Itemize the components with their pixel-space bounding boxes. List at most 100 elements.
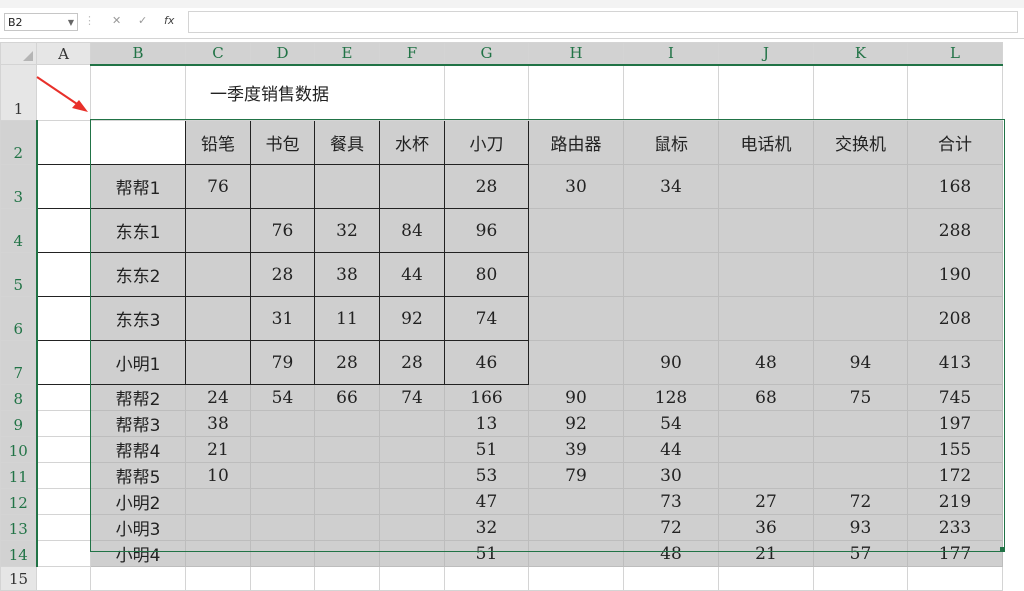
row-header-15[interactable]: 15 [0,566,37,591]
data-cell[interactable]: 27 [718,488,814,515]
data-cell[interactable]: 208 [907,296,1003,341]
data-cell[interactable] [314,488,380,515]
column-header-f[interactable]: F [379,42,445,66]
select-all-corner[interactable] [0,42,37,65]
data-cell[interactable]: 44 [379,252,445,297]
cell[interactable] [444,64,529,121]
data-cell[interactable]: 38 [314,252,380,297]
row-header-2[interactable]: 2 [0,120,38,165]
row-label[interactable]: 帮帮5 [90,462,186,489]
data-cell[interactable] [314,436,380,463]
data-cell[interactable]: 90 [528,384,624,411]
row-label[interactable]: 东东2 [90,252,186,297]
row-header-8[interactable]: 8 [0,384,38,411]
data-cell[interactable] [379,462,445,489]
data-cell[interactable]: 219 [907,488,1003,515]
cancel-icon[interactable]: ✕ [112,14,121,27]
column-header-b[interactable]: B [90,42,186,66]
data-cell[interactable]: 96 [444,208,529,253]
data-cell[interactable] [813,410,908,437]
data-cell[interactable] [623,208,719,253]
cell[interactable] [36,410,91,437]
data-cell[interactable] [813,164,908,209]
data-cell[interactable]: 94 [813,340,908,385]
data-cell[interactable]: 172 [907,462,1003,489]
data-cell[interactable] [379,540,445,567]
data-cell[interactable]: 31 [250,296,315,341]
cell[interactable] [907,566,1003,591]
data-cell[interactable] [379,410,445,437]
data-cell[interactable]: 47 [444,488,529,515]
data-cell[interactable] [185,514,251,541]
data-cell[interactable] [185,540,251,567]
row-header-7[interactable]: 7 [0,340,38,385]
data-cell[interactable] [718,296,814,341]
data-cell[interactable] [379,436,445,463]
column-header-j[interactable]: J [718,42,814,66]
data-cell[interactable] [813,462,908,489]
cell[interactable] [36,540,91,567]
data-cell[interactable]: 10 [185,462,251,489]
data-cell[interactable]: 48 [718,340,814,385]
data-cell[interactable]: 155 [907,436,1003,463]
data-cell[interactable]: 44 [623,436,719,463]
cell[interactable] [36,208,91,253]
data-cell[interactable] [314,514,380,541]
column-label[interactable]: 水杯 [379,120,445,165]
cell[interactable] [623,64,719,121]
column-label[interactable]: 书包 [250,120,315,165]
row-header-14[interactable]: 14 [0,540,38,567]
cell[interactable] [36,120,91,165]
data-cell[interactable]: 128 [623,384,719,411]
column-label[interactable]: 鼠标 [623,120,719,165]
cell[interactable] [36,488,91,515]
row-header-4[interactable]: 4 [0,208,38,253]
data-cell[interactable] [528,488,624,515]
data-cell[interactable]: 39 [528,436,624,463]
cell[interactable] [36,296,91,341]
data-cell[interactable] [250,514,315,541]
cell[interactable] [36,514,91,541]
data-cell[interactable] [718,436,814,463]
column-label[interactable]: 铅笔 [185,120,251,165]
row-label[interactable]: 东东3 [90,296,186,341]
cell[interactable] [185,566,251,591]
data-cell[interactable]: 75 [813,384,908,411]
data-cell[interactable] [250,488,315,515]
data-cell[interactable]: 48 [623,540,719,567]
row-header-12[interactable]: 12 [0,488,38,515]
column-header-c[interactable]: C [185,42,251,66]
cell[interactable] [90,64,186,121]
row-header-9[interactable]: 9 [0,410,38,437]
insert-function-icon[interactable]: fx [164,14,174,27]
data-cell[interactable]: 34 [623,164,719,209]
data-cell[interactable]: 72 [813,488,908,515]
data-cell[interactable] [185,296,251,341]
data-cell[interactable]: 66 [314,384,380,411]
data-cell[interactable]: 80 [444,252,529,297]
data-cell[interactable]: 36 [718,514,814,541]
data-cell[interactable]: 90 [623,340,719,385]
row-header-1[interactable]: 1 [0,64,37,121]
cell[interactable] [813,64,908,121]
data-cell[interactable]: 74 [379,384,445,411]
data-cell[interactable] [528,514,624,541]
column-label[interactable]: 交换机 [813,120,908,165]
data-cell[interactable] [185,252,251,297]
cell[interactable] [36,164,91,209]
data-cell[interactable]: 76 [250,208,315,253]
column-label[interactable]: 小刀 [444,120,529,165]
data-cell[interactable] [623,252,719,297]
data-cell[interactable] [528,296,624,341]
data-cell[interactable] [718,462,814,489]
data-cell[interactable]: 32 [444,514,529,541]
row-header-10[interactable]: 10 [0,436,38,463]
data-cell[interactable]: 92 [379,296,445,341]
data-cell[interactable] [813,296,908,341]
data-cell[interactable]: 21 [185,436,251,463]
data-cell[interactable]: 92 [528,410,624,437]
data-cell[interactable]: 32 [314,208,380,253]
data-cell[interactable]: 68 [718,384,814,411]
data-cell[interactable] [314,540,380,567]
data-cell[interactable] [528,540,624,567]
